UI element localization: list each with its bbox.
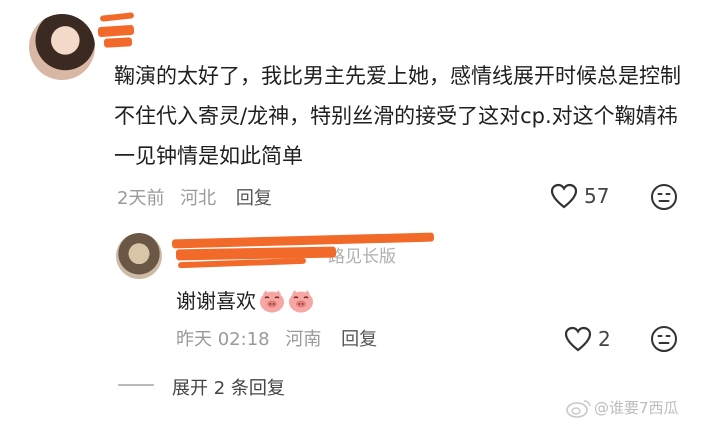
reply-location: 河南	[285, 329, 322, 350]
reply-time: 昨天 02:18	[176, 329, 270, 350]
like-count: 57	[584, 184, 610, 208]
expand-replies-button[interactable]: 展开 2 条回复	[172, 374, 285, 400]
username-redaction	[103, 37, 133, 48]
reply-like-button[interactable]	[564, 326, 592, 352]
commenter-avatar[interactable]	[29, 14, 95, 80]
username-redaction	[99, 12, 135, 22]
comment-location: 河北	[180, 188, 217, 209]
heart-outline-icon	[564, 326, 592, 352]
reply-username-fragment: 路见长版	[328, 247, 396, 267]
watermark-text: @谁要7西瓜	[594, 399, 679, 417]
reply-text: 谢谢喜欢	[176, 289, 256, 313]
reply-like-count: 2	[598, 327, 611, 351]
frown-face-icon	[651, 184, 677, 210]
like-button[interactable]	[550, 183, 578, 209]
comment-time: 2天前	[117, 188, 165, 209]
reply-dislike-button[interactable]	[650, 325, 678, 353]
comment-meta: 2天前 河北 回复	[117, 184, 272, 210]
heart-outline-icon	[550, 183, 578, 209]
dislike-button[interactable]	[650, 183, 678, 211]
username-redaction	[97, 24, 135, 38]
reply-content: 谢谢喜欢	[176, 285, 314, 314]
comment-text: 鞠演的太好了，我比男主先爱上她，感情线展开时候总是控制不住代入寄灵/龙神，特别丝…	[114, 64, 681, 168]
weibo-icon	[566, 398, 592, 422]
reply-reply-button[interactable]: 回复	[341, 329, 377, 350]
expand-divider	[118, 384, 154, 386]
reply-meta: 昨天 02:18 河南 回复	[176, 325, 377, 351]
replier-avatar[interactable]	[116, 233, 162, 279]
pig-face-emoji	[289, 290, 313, 313]
pig-face-emoji	[260, 290, 284, 313]
frown-face-icon	[651, 326, 677, 352]
reply-button[interactable]: 回复	[236, 188, 272, 209]
